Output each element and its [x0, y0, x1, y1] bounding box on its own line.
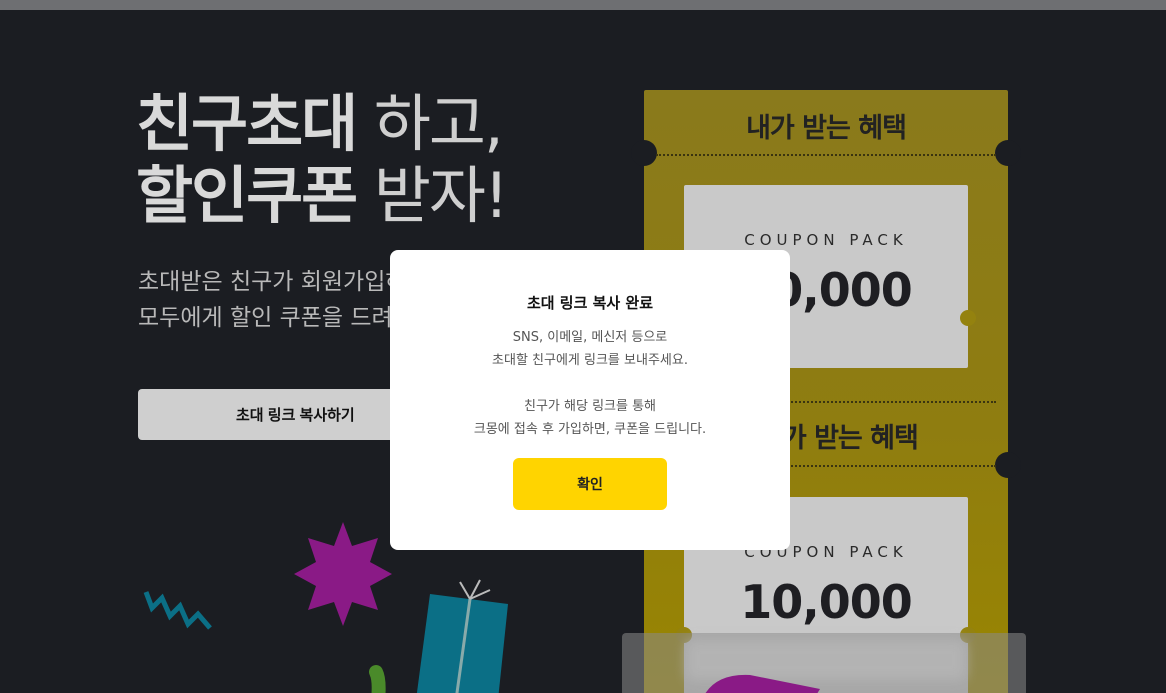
dialog-line-2: 초대할 친구에게 링크를 보내주세요. [492, 353, 688, 368]
dialog-line-3: 친구가 해당 링크를 통해 [524, 399, 656, 414]
dialog-title: 초대 링크 복사 완료 [526, 294, 654, 312]
dialog-line-1: SNS, 이메일, 메신저 등으로 [512, 330, 668, 345]
dialog-line-4: 크몽에 접속 후 가입하면, 쿠폰을 드립니다. [473, 422, 707, 437]
modal-overlay: 초대 링크 복사 완료 SNS, 이메일, 메신저 등으로 초대할 친구에게 링… [0, 0, 1166, 693]
copy-complete-dialog: 초대 링크 복사 완료 SNS, 이메일, 메신저 등으로 초대할 친구에게 링… [390, 250, 790, 550]
confirm-button[interactable]: 확인 [513, 458, 667, 510]
